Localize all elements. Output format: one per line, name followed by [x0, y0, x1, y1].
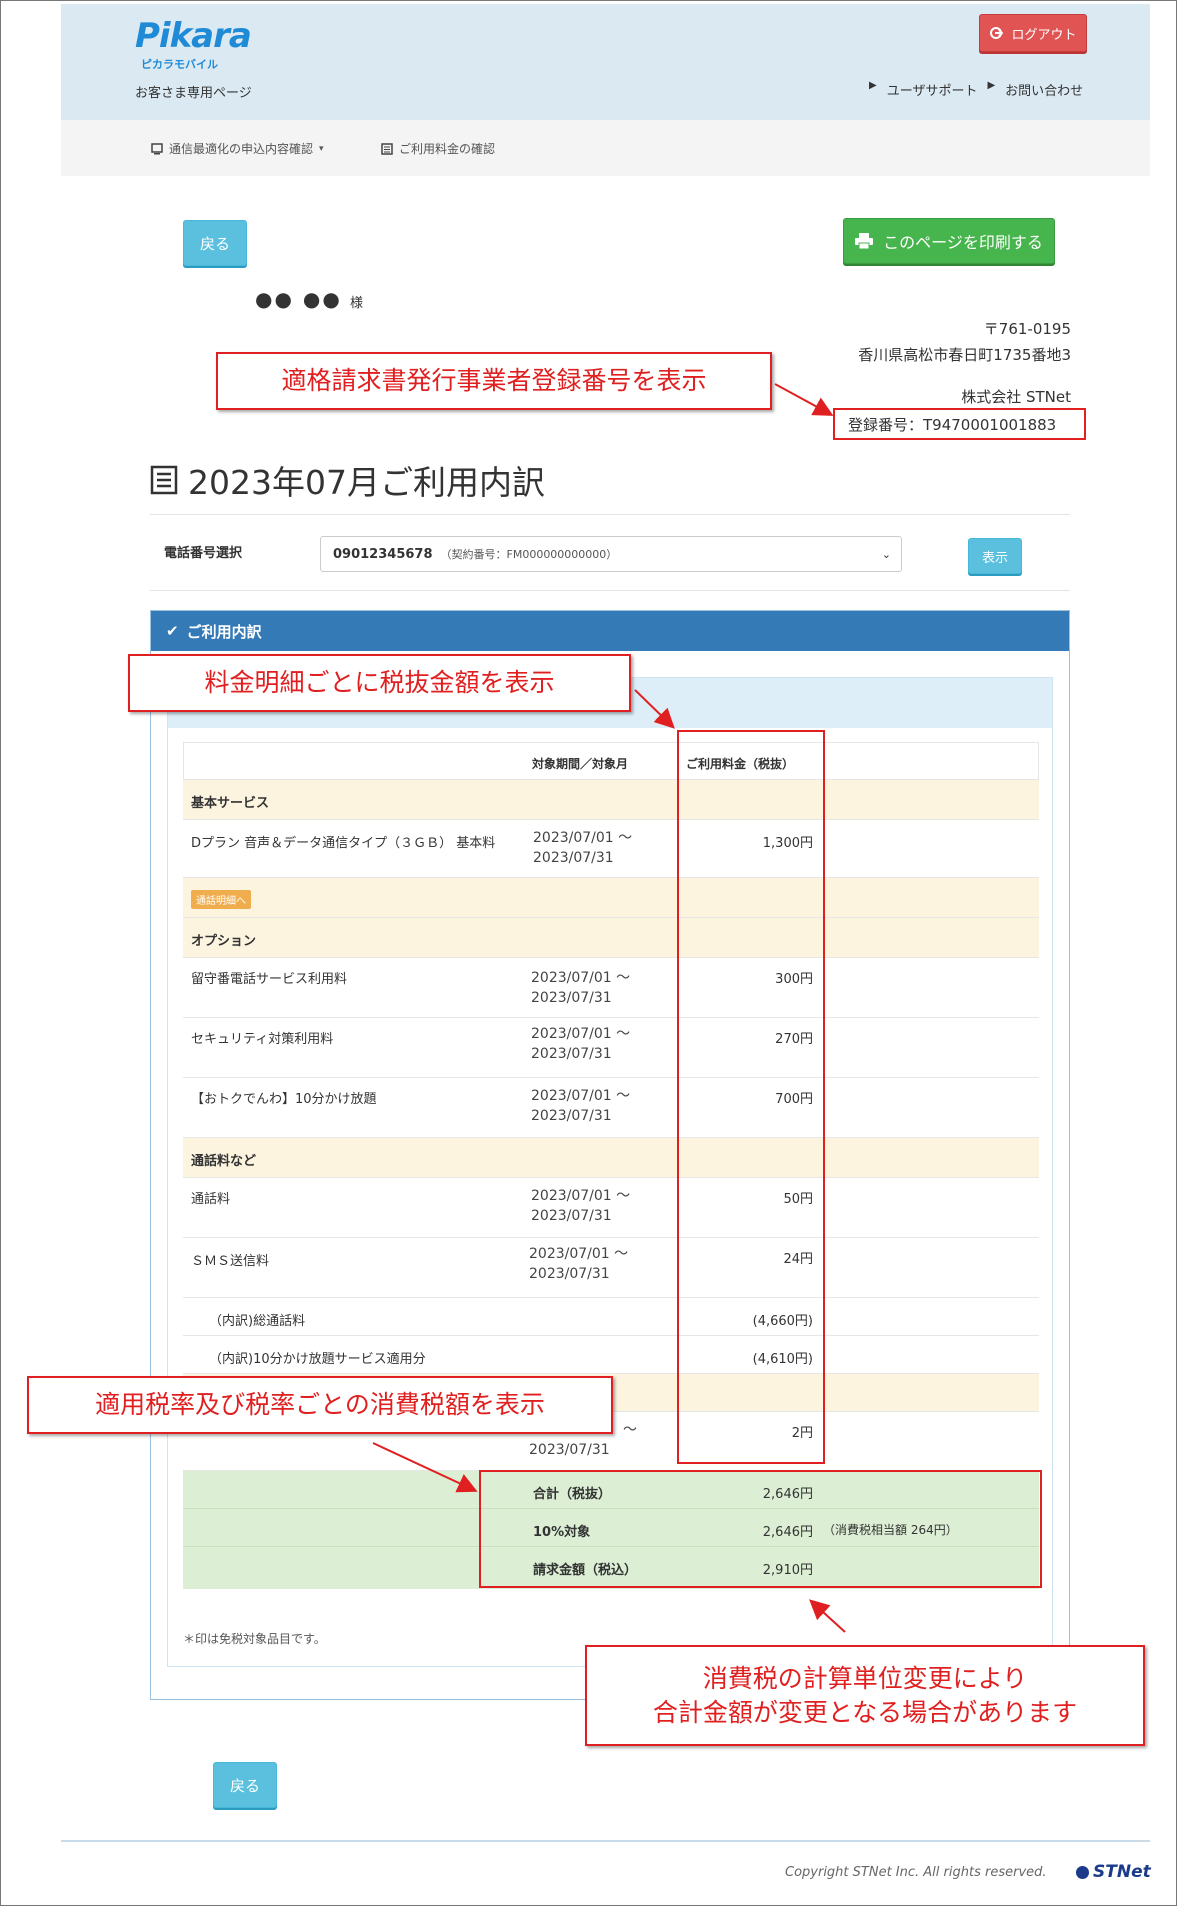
arrow-totals	[372, 1442, 478, 1493]
stnet-logo: STNet	[1076, 1862, 1151, 1882]
arrow-registration	[774, 383, 834, 416]
arrow-calc-change	[809, 1599, 846, 1633]
footer-divider	[61, 1840, 1150, 1842]
back-button-bottom[interactable]: 戻る	[213, 1762, 277, 1808]
arrow-fee-column	[634, 689, 675, 729]
copyright: Copyright STNet Inc. All rights reserved…	[785, 1865, 1047, 1880]
callout-arrows	[372, 383, 846, 1633]
stnet-logo-text: STNet	[1093, 1862, 1151, 1882]
globe-icon	[1076, 1865, 1089, 1879]
